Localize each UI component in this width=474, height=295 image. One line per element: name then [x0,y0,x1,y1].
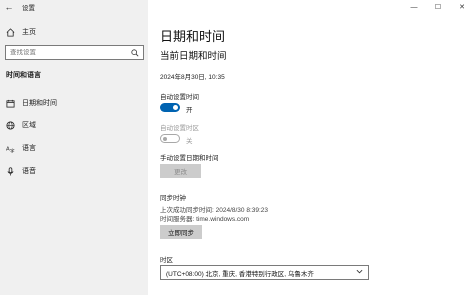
sidebar-item-speech[interactable]: 语音 [0,163,148,179]
time-server-text: 时间服务器: time.windows.com [160,216,250,223]
nav-item-home[interactable]: 主页 [0,24,148,40]
back-arrow-icon: ← [4,2,14,12]
globe-icon [0,120,20,130]
auto-timezone-toggle[interactable] [160,134,180,143]
sidebar-item-region[interactable]: 区域 [0,117,148,133]
search-input[interactable] [10,49,120,56]
svg-text:字: 字 [10,147,15,152]
language-icon: A字 [0,144,20,153]
home-label: 主页 [22,29,36,36]
auto-timezone-state: 关 [186,138,193,145]
timezone-label: 时区 [160,257,173,264]
manual-datetime-label: 手动设置日期和时间 [160,155,219,162]
sync-now-button[interactable]: 立即同步 [160,225,202,239]
page-title: 日期和时间 [160,29,226,44]
sidebar-item-date-time[interactable]: 日期和时间 [0,95,148,111]
maximize-icon: ☐ [434,4,442,11]
window-controls: — ☐ ✕ [402,0,474,14]
sync-clock-label: 同步时钟 [160,195,186,202]
maximize-button[interactable]: ☐ [426,0,450,14]
window-title: 设置 [22,5,35,12]
sidebar-item-label: 区域 [22,122,36,129]
microphone-icon [0,166,20,176]
close-icon: ✕ [459,4,465,11]
search-icon[interactable] [131,44,139,62]
calendar-icon [0,99,20,108]
auto-time-state: 开 [186,107,193,114]
chevron-down-icon [356,269,363,276]
sidebar-item-label: 语言 [22,145,36,152]
auto-time-toggle[interactable] [160,103,180,112]
sidebar-item-language[interactable]: A字 语言 [0,140,148,156]
nav-pane: ← 设置 主页 时间和语言 日期和时间 区域 A字 语言 [0,0,148,295]
timezone-value: (UTC+08:00) 北京, 重庆, 香港特别行政区, 乌鲁木齐 [166,270,314,278]
minimize-icon: — [410,3,418,11]
minimize-button[interactable]: — [402,0,426,14]
back-button[interactable]: ← [0,0,18,14]
section-heading: 当前日期和时间 [160,51,227,62]
content-pane: — ☐ ✕ 日期和时间 当前日期和时间 2024年8月30日, 10:35 自动… [148,0,474,295]
auto-timezone-label: 自动设置时区 [160,125,199,132]
close-button[interactable]: ✕ [450,0,474,14]
title-bar: ← 设置 [0,0,148,14]
home-icon [0,27,20,37]
search-box[interactable] [5,45,144,60]
sidebar-item-label: 日期和时间 [22,100,57,107]
sidebar-item-label: 语音 [22,168,36,175]
nav-section-title: 时间和语言 [6,72,41,79]
auto-time-label: 自动设置时间 [160,94,199,101]
timezone-select[interactable]: (UTC+08:00) 北京, 重庆, 香港特别行政区, 乌鲁木齐 [160,265,369,280]
current-datetime: 2024年8月30日, 10:35 [160,74,225,81]
change-button[interactable]: 更改 [160,164,201,178]
